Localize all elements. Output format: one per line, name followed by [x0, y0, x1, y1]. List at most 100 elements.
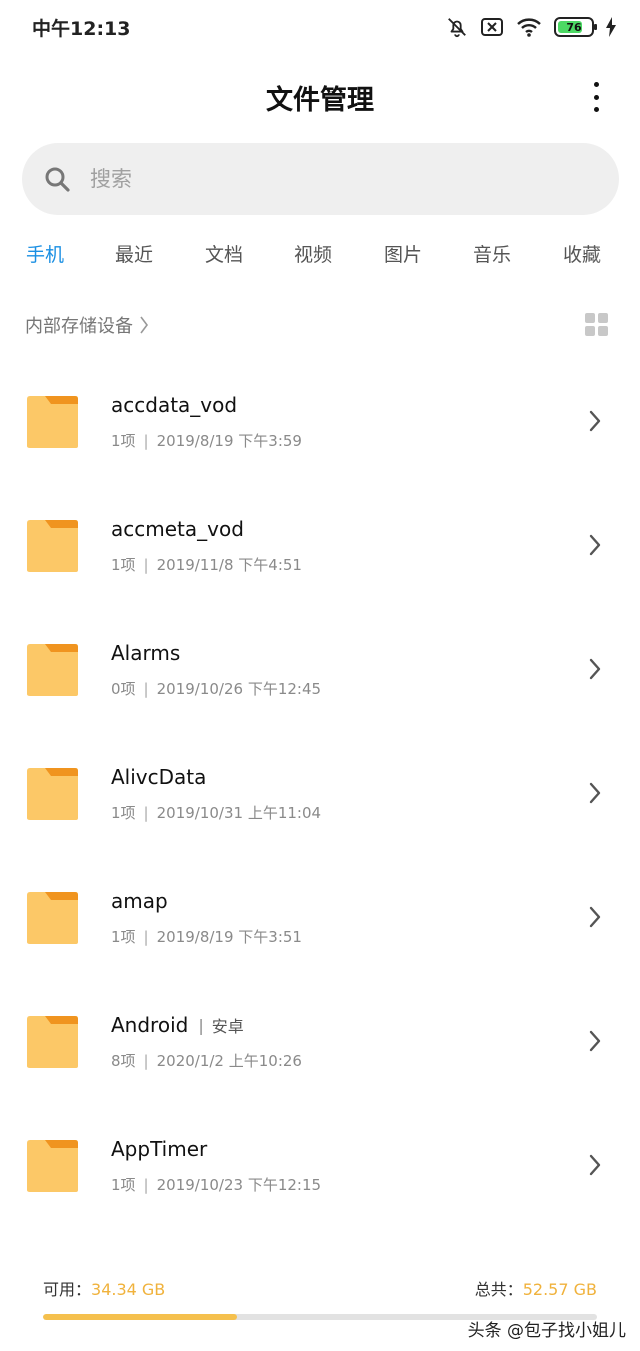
grid-view-button[interactable] [585, 313, 608, 336]
folder-icon [27, 1140, 78, 1192]
file-title: accmeta_vod [111, 517, 244, 541]
grid-icon [585, 313, 595, 323]
chevron-right-icon [589, 1030, 601, 1052]
file-list: accdata_vod 1项 | 2019/8/19 下午3:59 accmeta_vo… [0, 360, 640, 1228]
status-icons: 76 [446, 14, 616, 40]
chevron-right-icon [140, 316, 148, 334]
file-row[interactable]: AppTimer 1项 | 2019/10/23 下午12:15 [0, 1104, 640, 1228]
separator: | [143, 556, 149, 574]
folder-icon [27, 520, 78, 572]
status-bar: 中午12:13 76 [0, 0, 640, 52]
chevron-right-icon [589, 1154, 601, 1176]
search-icon [45, 167, 70, 192]
chevron-right-icon [589, 906, 601, 928]
storage-total: 总共：52.57 GB [475, 1276, 597, 1300]
file-date: 2019/11/8 下午4:51 [156, 556, 302, 574]
file-name: Alarms [111, 641, 181, 665]
watermark: 头条 @包子找小姐儿 [467, 1321, 626, 1341]
file-meta: 1项 | 2019/11/8 下午4:51 [111, 554, 302, 575]
storage-available: 可用：34.34 GB [43, 1276, 165, 1300]
folder-icon [27, 892, 78, 944]
separator: | [143, 680, 149, 698]
file-date: 2019/10/26 下午12:45 [156, 680, 322, 698]
file-meta: 1项 | 2019/8/19 下午3:59 [111, 430, 302, 451]
storage-available-label: 可用： [43, 1280, 92, 1299]
search-bar[interactable] [22, 143, 619, 215]
file-item-count: 1项 [111, 556, 136, 574]
tab-recent[interactable]: 最近 [115, 240, 153, 267]
chevron-right-icon [589, 658, 601, 680]
storage-total-value: 52.57 GB [522, 1280, 597, 1299]
tab-music[interactable]: 音乐 [473, 240, 511, 267]
breadcrumb-label: 内部存储设备 [25, 316, 133, 337]
breadcrumb[interactable]: 内部存储设备 [25, 312, 149, 338]
file-title: amap [111, 889, 168, 913]
file-meta: 0项 | 2019/10/26 下午12:45 [111, 678, 321, 699]
file-title: AppTimer [111, 1137, 207, 1161]
page-title: 文件管理 [266, 85, 374, 116]
separator: | [143, 432, 149, 450]
file-item-count: 1项 [111, 1176, 136, 1194]
file-row[interactable]: accmeta_vod 1项 | 2019/11/8 下午4:51 [0, 484, 640, 608]
file-meta: 8项 | 2020/1/2 上午10:26 [111, 1050, 302, 1071]
tabs-fade-overlay [592, 222, 640, 290]
separator: | [198, 1015, 204, 1035]
chevron-right-icon [589, 782, 601, 804]
file-date: 2019/10/31 上午11:04 [156, 804, 322, 822]
tab-documents[interactable]: 文档 [205, 240, 243, 267]
separator: | [143, 1176, 149, 1194]
category-tabs: 手机 最近 文档 视频 图片 音乐 收藏 [0, 240, 640, 274]
file-name: Android [111, 1013, 189, 1037]
file-item-count: 1项 [111, 928, 136, 946]
wifi-icon [517, 18, 541, 37]
charging-icon [606, 17, 616, 37]
search-input[interactable] [90, 167, 550, 191]
chevron-right-icon [589, 534, 601, 556]
file-meta: 1项 | 2019/10/23 下午12:15 [111, 1174, 321, 1195]
file-item-count: 0项 [111, 680, 136, 698]
separator: | [143, 928, 149, 946]
file-item-count: 1项 [111, 804, 136, 822]
file-date: 2019/8/19 下午3:59 [156, 432, 302, 450]
file-row[interactable]: Alarms 0项 | 2019/10/26 下午12:45 [0, 608, 640, 732]
folder-icon [27, 396, 78, 448]
more-vertical-icon [593, 82, 599, 87]
file-item-count: 8项 [111, 1052, 136, 1070]
file-row[interactable]: Android | 安卓 8项 | 2020/1/2 上午10:26 [0, 980, 640, 1104]
battery-level: 76 [566, 20, 582, 34]
file-date: 2019/10/23 下午12:15 [156, 1176, 322, 1194]
file-date: 2019/8/19 下午3:51 [156, 928, 302, 946]
file-date: 2020/1/2 上午10:26 [156, 1052, 302, 1070]
tab-videos[interactable]: 视频 [294, 240, 332, 267]
file-title: Alarms [111, 641, 180, 665]
file-row[interactable]: AlivcData 1项 | 2019/10/31 上午11:04 [0, 732, 640, 856]
bell-off-icon [448, 18, 466, 38]
tab-images[interactable]: 图片 [384, 240, 422, 267]
chevron-right-icon [589, 410, 601, 432]
file-name: AlivcData [111, 765, 207, 789]
file-title: AlivcData [111, 765, 206, 789]
file-row[interactable]: accdata_vod 1项 | 2019/8/19 下午3:59 [0, 360, 640, 484]
file-name: accdata_vod [111, 393, 238, 417]
more-options-button[interactable] [586, 82, 606, 112]
folder-icon [27, 768, 78, 820]
file-title: Android | 安卓 [111, 1013, 244, 1037]
storage-progress-fill [43, 1314, 237, 1320]
file-tag: 安卓 [211, 1017, 244, 1036]
status-time: 中午12:13 [32, 18, 131, 40]
storage-available-value: 34.34 GB [91, 1280, 166, 1299]
file-meta: 1项 | 2019/10/31 上午11:04 [111, 802, 321, 823]
battery-icon: 76 [554, 17, 597, 37]
folder-icon [27, 644, 78, 696]
folder-icon [27, 1016, 78, 1068]
file-name: AppTimer [111, 1137, 208, 1161]
file-name: amap [111, 889, 168, 913]
file-row[interactable]: amap 1项 | 2019/8/19 下午3:51 [0, 856, 640, 980]
separator: | [143, 1052, 149, 1070]
separator: | [143, 804, 149, 822]
tab-phone[interactable]: 手机 [26, 240, 64, 267]
storage-total-label: 总共： [474, 1280, 523, 1299]
sim-off-icon [481, 18, 503, 36]
file-meta: 1项 | 2019/8/19 下午3:51 [111, 926, 302, 947]
file-item-count: 1项 [111, 432, 136, 450]
